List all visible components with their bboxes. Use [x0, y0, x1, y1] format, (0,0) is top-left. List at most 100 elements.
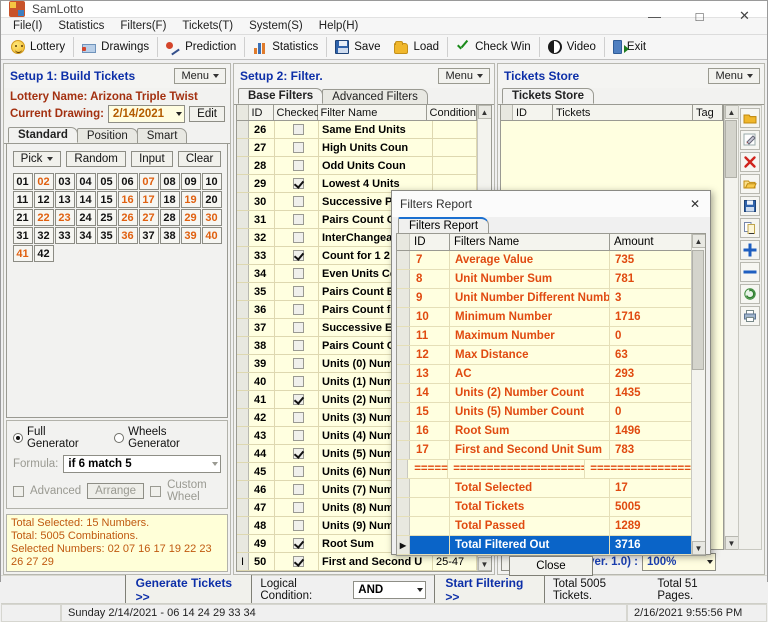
tab-smart[interactable]: Smart: [136, 128, 188, 143]
number-cell[interactable]: 27: [138, 209, 159, 226]
row-marker[interactable]: [237, 175, 249, 192]
checkbox-unchecked-icon[interactable]: [292, 502, 304, 513]
menu-system[interactable]: System(S): [241, 18, 311, 34]
scrollbar-thumb[interactable]: [691, 250, 704, 370]
random-button[interactable]: Random: [66, 151, 126, 167]
checkbox-unchecked-icon[interactable]: [292, 412, 304, 423]
menu-help[interactable]: Help(H): [311, 18, 367, 34]
column-header-id[interactable]: ID: [248, 105, 274, 120]
scrollbar-thumb[interactable]: [724, 120, 737, 178]
row-marker[interactable]: [397, 346, 410, 364]
report-row[interactable]: 8 Unit Number Sum 781: [397, 270, 691, 289]
right-panel-menu-button[interactable]: Menu: [708, 68, 760, 84]
new-record-icon[interactable]: [740, 108, 760, 128]
menu-filters[interactable]: Filters(F): [112, 18, 174, 34]
report-row[interactable]: 14 Units (2) Number Count 1435: [397, 384, 691, 403]
row-marker[interactable]: [397, 422, 410, 440]
cell-checked[interactable]: [275, 319, 319, 336]
row-marker[interactable]: [237, 445, 249, 462]
checkbox-unchecked-icon[interactable]: [292, 358, 304, 369]
report-row[interactable]: 16 Root Sum 1496: [397, 422, 691, 441]
row-marker[interactable]: [397, 289, 410, 307]
advanced-checkbox[interactable]: [13, 485, 24, 497]
row-marker[interactable]: [237, 301, 249, 318]
row-marker[interactable]: I: [237, 553, 249, 570]
number-cell[interactable]: 15: [96, 191, 117, 208]
cell-checked[interactable]: [275, 499, 319, 516]
edit-drawing-button[interactable]: Edit: [189, 106, 225, 122]
cell-checked[interactable]: [275, 445, 319, 462]
row-marker[interactable]: [397, 270, 410, 288]
menu-tickets[interactable]: Tickets(T): [174, 18, 241, 34]
number-cell[interactable]: 17: [138, 191, 159, 208]
report-row[interactable]: 9Unit Number Different Number C 3: [397, 289, 691, 308]
save-disk-icon[interactable]: [740, 196, 760, 216]
scroll-down-arrow-icon[interactable]: ▼: [691, 541, 705, 555]
number-cell[interactable]: 12: [33, 191, 54, 208]
scroll-down-arrow-icon[interactable]: ▼: [724, 536, 739, 550]
maximize-button[interactable]: □: [677, 1, 722, 31]
cell-checked[interactable]: [275, 229, 319, 246]
row-marker[interactable]: [237, 211, 249, 228]
number-cell[interactable]: 04: [75, 173, 96, 190]
number-cell[interactable]: 29: [180, 209, 201, 226]
table-row[interactable]: 28 Odd Units Coun: [237, 157, 477, 175]
row-marker[interactable]: [237, 229, 249, 246]
pick-button[interactable]: Pick: [12, 151, 62, 167]
checkbox-checked-icon[interactable]: [292, 178, 304, 189]
column-header-amount[interactable]: Amount: [610, 234, 691, 250]
number-cell[interactable]: 25: [96, 209, 117, 226]
logical-condition-select[interactable]: AND: [353, 580, 427, 599]
table-row[interactable]: 26 Same End Units: [237, 121, 477, 139]
column-header-filters-name[interactable]: Filters Name: [450, 234, 610, 250]
cell-checked[interactable]: [275, 139, 319, 156]
toolbar-checkwin-button[interactable]: Check Win: [449, 35, 538, 59]
row-marker[interactable]: [237, 355, 249, 372]
row-marker[interactable]: [397, 498, 410, 516]
report-row[interactable]: Total Selected 17: [397, 479, 691, 498]
row-marker[interactable]: [397, 460, 409, 478]
report-row[interactable]: 10 Minimum Number 1716: [397, 308, 691, 327]
number-cell[interactable]: 30: [201, 209, 222, 226]
open-folder-icon[interactable]: [740, 174, 760, 194]
scroll-up-arrow-icon[interactable]: ▲: [691, 234, 705, 248]
cell-checked[interactable]: [275, 409, 319, 426]
number-cell[interactable]: 21: [12, 209, 33, 226]
cell-checked[interactable]: [275, 427, 319, 444]
checkbox-unchecked-icon[interactable]: [292, 322, 304, 333]
number-cell[interactable]: 03: [54, 173, 75, 190]
add-plus-icon[interactable]: [740, 240, 760, 260]
checkbox-checked-icon[interactable]: [292, 538, 304, 549]
row-marker[interactable]: [397, 403, 410, 421]
row-marker[interactable]: [397, 327, 410, 345]
toolbar-prediction-button[interactable]: Prediction: [159, 35, 243, 59]
clear-button[interactable]: Clear: [177, 151, 222, 167]
report-row[interactable]: 7 Average Value 735: [397, 251, 691, 270]
close-icon[interactable]: ✕: [680, 191, 710, 217]
row-marker[interactable]: [397, 384, 410, 402]
column-header-ticket-id[interactable]: ID: [513, 105, 553, 120]
table-row[interactable]: 27 High Units Coun: [237, 139, 477, 157]
report-row[interactable]: 12 Max Distance 63: [397, 346, 691, 365]
wheels-generator-radio[interactable]: Wheels Generator: [114, 426, 221, 450]
number-cell[interactable]: 11: [12, 191, 33, 208]
edit-record-icon[interactable]: [740, 130, 760, 150]
checkbox-unchecked-icon[interactable]: [292, 466, 304, 477]
full-generator-radio[interactable]: Full Generator: [13, 426, 100, 450]
number-cell[interactable]: 26: [117, 209, 138, 226]
filters-report-dialog[interactable]: Filters Report ✕ Filters Report ID Filte…: [391, 190, 711, 576]
number-cell[interactable]: 06: [117, 173, 138, 190]
number-cell[interactable]: 02: [33, 173, 54, 190]
cell-checked[interactable]: [275, 247, 319, 264]
filters-report-rows[interactable]: 7 Average Value 735 8 Unit Number Sum 781 9 Uni…: [397, 251, 691, 555]
number-cell[interactable]: 40: [201, 227, 222, 244]
cell-checked[interactable]: [275, 553, 319, 570]
tab-standard[interactable]: Standard: [8, 127, 78, 143]
row-marker[interactable]: [237, 121, 249, 138]
row-marker[interactable]: [237, 283, 249, 300]
report-row[interactable]: 15 Units (5) Number Count 0: [397, 403, 691, 422]
row-marker[interactable]: [237, 517, 249, 534]
row-marker[interactable]: [237, 409, 249, 426]
checkbox-checked-icon[interactable]: [292, 250, 304, 261]
report-row[interactable]: 11 Maximum Number 0: [397, 327, 691, 346]
